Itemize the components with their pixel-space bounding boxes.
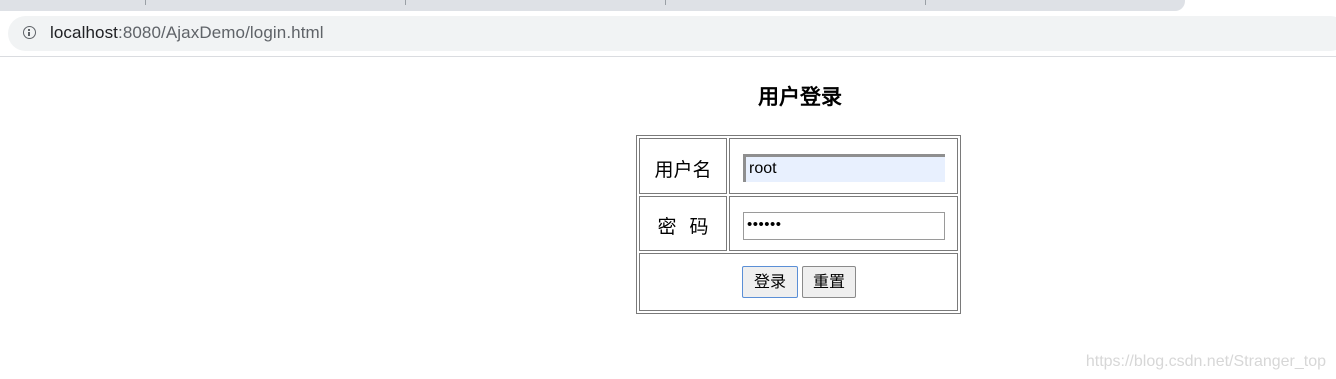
- login-table: 用户名 root 密码 •••••• 登录 重置: [636, 135, 961, 314]
- username-label-cell: 用户名: [639, 138, 727, 194]
- password-input[interactable]: ••••••: [743, 212, 945, 240]
- username-input[interactable]: root: [743, 154, 945, 182]
- username-label: 用户名: [654, 159, 712, 181]
- password-label: 密码: [657, 216, 722, 238]
- password-input-cell: ••••••: [729, 196, 958, 251]
- login-button[interactable]: 登录: [742, 266, 798, 298]
- url-host: localhost: [50, 23, 118, 42]
- tab-separator: [145, 0, 146, 5]
- page-title: 用户登录: [758, 85, 842, 109]
- url-path: :8080/AjaxDemo/login.html: [118, 23, 324, 42]
- tab-strip: [0, 0, 1336, 12]
- username-input-cell: root: [729, 138, 958, 194]
- address-bar[interactable]: localhost:8080/AjaxDemo/login.html: [8, 16, 1336, 51]
- tab-separator: [665, 0, 666, 5]
- info-icon[interactable]: [23, 26, 36, 39]
- watermark: https://blog.csdn.net/Stranger_top: [1085, 353, 1326, 370]
- reset-button[interactable]: 重置: [802, 266, 856, 298]
- tab-separator: [405, 0, 406, 5]
- tab-separator: [925, 0, 926, 5]
- tab-strip-bar[interactable]: [0, 0, 1185, 11]
- toolbar-divider: [0, 56, 1336, 57]
- url-text[interactable]: localhost:8080/AjaxDemo/login.html: [50, 23, 324, 43]
- password-label-cell: 密码: [639, 196, 727, 251]
- actions-cell: 登录 重置: [639, 253, 958, 311]
